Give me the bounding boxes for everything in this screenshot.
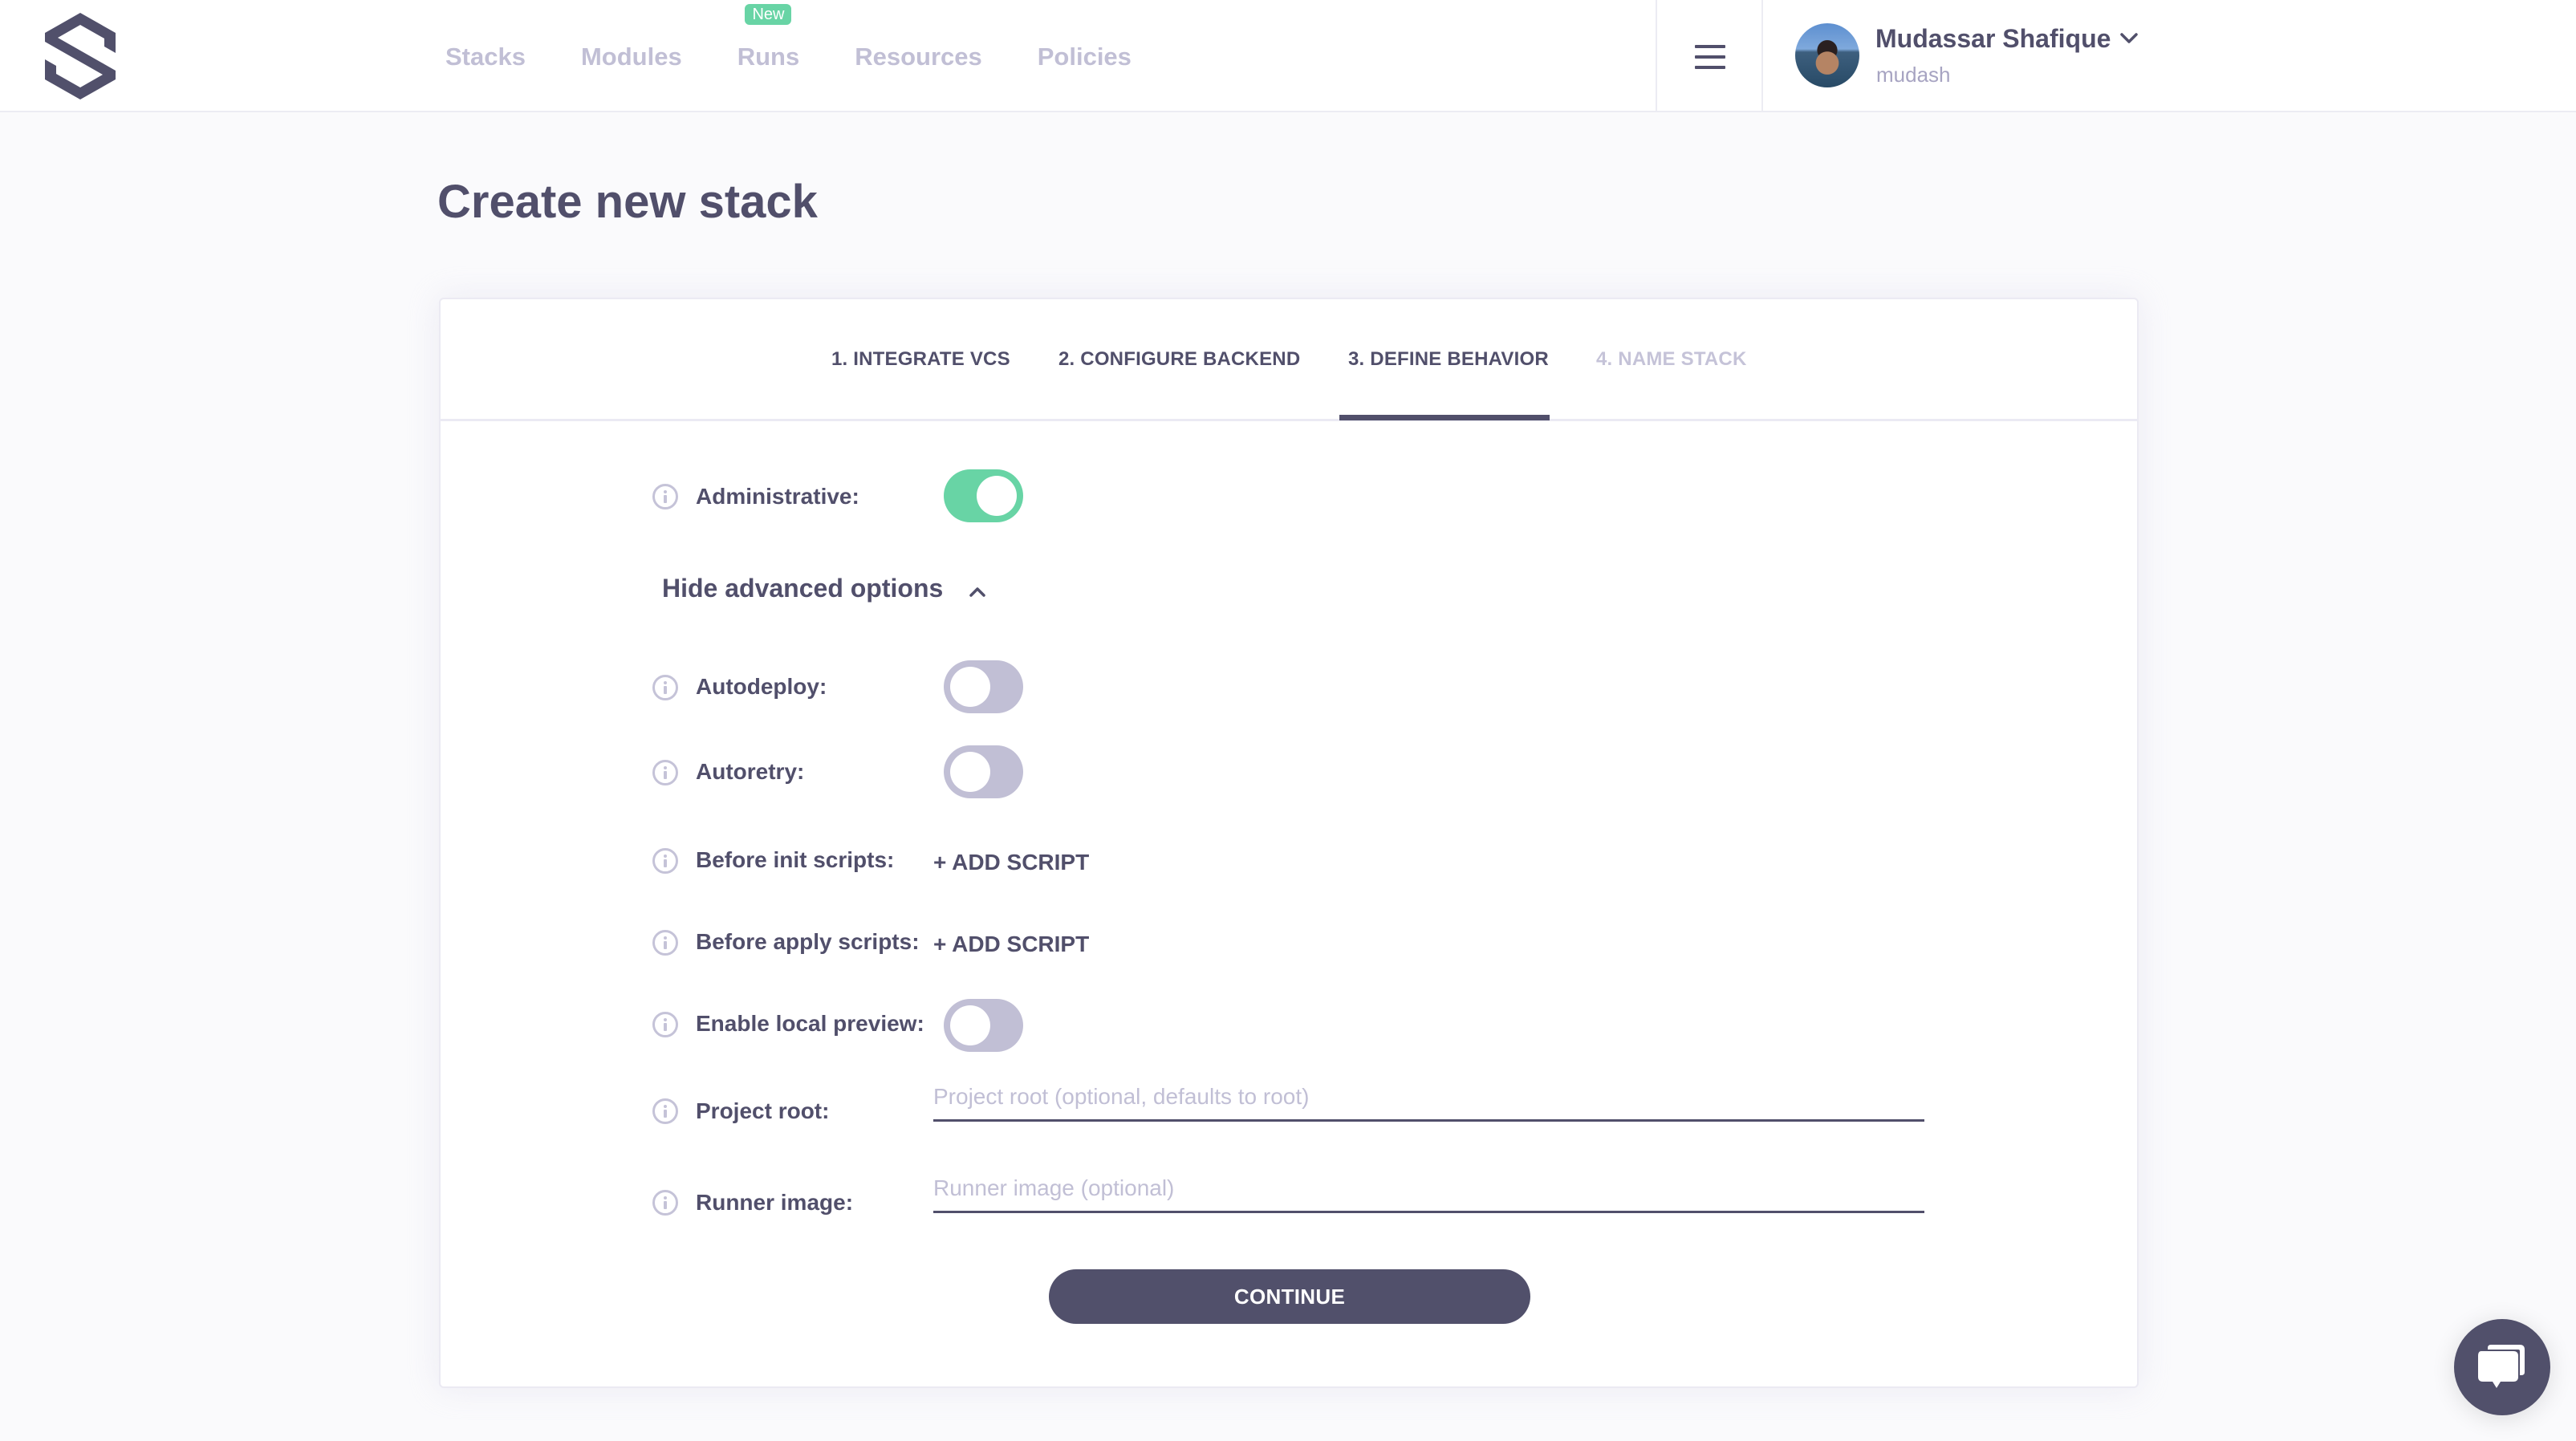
user-handle: mudash	[1876, 63, 1951, 87]
step-configure-backend[interactable]: 2. CONFIGURE BACKEND	[1058, 348, 1300, 371]
local-preview-label: Enable local preview:	[696, 1011, 924, 1036]
info-icon[interactable]	[652, 1098, 678, 1124]
add-before-apply-script-button[interactable]: + ADD SCRIPT	[933, 932, 1089, 957]
nav-modules[interactable]: Modules	[581, 43, 682, 71]
chevron-down-icon[interactable]	[2119, 30, 2139, 47]
step-integrate-vcs[interactable]: 1. INTEGRATE VCS	[831, 348, 1010, 371]
toggle-knob	[977, 476, 1017, 516]
chat-bubble-icon	[2478, 1345, 2525, 1388]
hamburger-menu-icon[interactable]	[1695, 45, 1725, 69]
wizard-steps: 1. INTEGRATE VCS 2. CONFIGURE BACKEND 3.…	[441, 299, 2137, 421]
user-name[interactable]: Mudassar Shafique	[1875, 24, 2111, 54]
divider	[1761, 0, 1763, 112]
toggle-knob	[950, 752, 990, 792]
nav-label: Policies	[1037, 43, 1132, 71]
step-define-behavior[interactable]: 3. DEFINE BEHAVIOR	[1348, 348, 1549, 371]
info-icon[interactable]	[652, 760, 678, 785]
autodeploy-toggle[interactable]	[944, 660, 1023, 713]
runner-image-input[interactable]	[933, 1165, 1924, 1213]
nav-label: Stacks	[445, 43, 526, 71]
step-name-stack: 4. NAME STACK	[1596, 348, 1747, 370]
administrative-toggle[interactable]	[944, 469, 1023, 522]
nav-stacks[interactable]: Stacks	[445, 43, 526, 71]
nav-label: Runs	[737, 43, 800, 71]
nav-label: Resources	[855, 43, 982, 71]
administrative-label: Administrative:	[696, 484, 859, 509]
divider	[1656, 0, 1657, 112]
before-init-label: Before init scripts:	[696, 847, 895, 872]
toggle-knob	[950, 1005, 990, 1045]
toggle-knob	[950, 667, 990, 707]
autoretry-label: Autoretry:	[696, 759, 805, 784]
autoretry-toggle[interactable]	[944, 745, 1023, 798]
nav-runs[interactable]: New Runs	[737, 4, 800, 71]
main-nav: Stacks Modules New Runs Resources Polici…	[445, 0, 1187, 112]
nav-label: Modules	[580, 43, 682, 71]
local-preview-toggle[interactable]	[944, 999, 1023, 1052]
runner-image-label: Runner image:	[696, 1190, 854, 1215]
autodeploy-label: Autodeploy:	[696, 674, 827, 699]
nav-resources[interactable]: Resources	[855, 43, 982, 71]
chat-widget-button[interactable]	[2454, 1319, 2550, 1415]
info-icon[interactable]	[652, 930, 678, 956]
info-icon[interactable]	[652, 484, 678, 509]
active-step-indicator	[1339, 415, 1550, 420]
top-header: Stacks Modules New Runs Resources Polici…	[0, 0, 2576, 112]
info-icon[interactable]	[652, 1012, 678, 1037]
spacelift-logo-icon[interactable]	[40, 11, 120, 101]
hide-advanced-options-button[interactable]: Hide advanced options	[662, 574, 943, 603]
create-stack-card: 1. INTEGRATE VCS 2. CONFIGURE BACKEND 3.…	[439, 298, 2139, 1388]
chevron-up-icon[interactable]	[967, 583, 988, 599]
info-icon[interactable]	[652, 1190, 678, 1216]
user-avatar[interactable]	[1795, 23, 1859, 87]
new-badge: New	[745, 4, 792, 25]
nav-policies[interactable]: Policies	[1038, 43, 1132, 71]
before-apply-label: Before apply scripts:	[696, 929, 920, 954]
page-title: Create new stack	[437, 176, 818, 228]
info-icon[interactable]	[652, 848, 678, 874]
add-before-init-script-button[interactable]: + ADD SCRIPT	[933, 850, 1089, 875]
continue-button[interactable]: CONTINUE	[1049, 1269, 1530, 1324]
info-icon[interactable]	[652, 675, 678, 700]
project-root-label: Project root:	[696, 1098, 830, 1123]
project-root-input[interactable]	[933, 1074, 1924, 1122]
